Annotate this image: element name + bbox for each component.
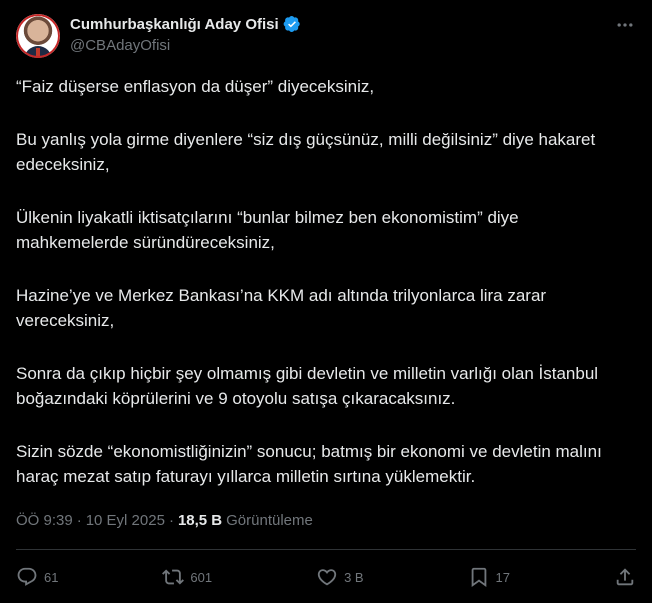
tweet-paragraph: Bu yanlış yola girme diyenlere “siz dış … bbox=[16, 130, 596, 174]
bookmark-count: 17 bbox=[495, 569, 511, 585]
author-display-name[interactable]: Cumhurbaşkanlığı Aday Ofisi bbox=[70, 16, 279, 33]
action-bar: 61 601 3 B 17 bbox=[16, 562, 636, 592]
like-count: 3 B bbox=[344, 569, 364, 585]
like-button[interactable]: 3 B bbox=[316, 566, 364, 588]
meta-separator: · bbox=[76, 512, 82, 529]
share-icon bbox=[616, 568, 634, 586]
avatar-ring bbox=[16, 14, 60, 58]
tweet-paragraph: Hazine’ye ve Merkez Bankası’na KKM adı a… bbox=[16, 286, 547, 330]
retweet-button[interactable]: 601 bbox=[162, 566, 212, 588]
actions-divider bbox=[16, 549, 636, 550]
tweet-meta: ÖÖ 9:39 · 10 Eyl 2025 · 18,5 B Görüntüle… bbox=[16, 512, 313, 529]
reply-icon bbox=[17, 567, 37, 586]
retweet-icon bbox=[162, 569, 185, 585]
tweet-paragraph: “Faiz düşerse enflasyon da düşer” diyece… bbox=[16, 77, 375, 96]
tweet-date[interactable]: 10 Eyl 2025 bbox=[86, 512, 165, 529]
tweet-text: “Faiz düşerse enflasyon da düşer” diyece… bbox=[16, 74, 626, 517]
bookmark-icon bbox=[471, 567, 486, 588]
verified-badge-icon bbox=[283, 15, 301, 33]
author-name-row: Cumhurbaşkanlığı Aday Ofisi bbox=[70, 15, 301, 33]
heart-icon bbox=[317, 569, 337, 586]
tweet-time[interactable]: ÖÖ 9:39 bbox=[16, 512, 73, 529]
reply-count: 61 bbox=[44, 569, 59, 585]
tweet-paragraph: Ülkenin liyakatli iktisatçılarını “bunla… bbox=[16, 208, 519, 252]
author-avatar[interactable] bbox=[16, 14, 60, 58]
author-handle[interactable]: @CBAdayOfisi bbox=[70, 37, 170, 54]
share-button[interactable] bbox=[614, 566, 636, 588]
retweet-count: 601 bbox=[190, 569, 213, 585]
views-count: 18,5 B bbox=[177, 512, 223, 529]
views-label: Görüntüleme bbox=[226, 512, 313, 529]
tweet-paragraph: Sizin sözde “ekonomistliğinizin” sonucu;… bbox=[16, 442, 602, 486]
reply-button[interactable]: 61 bbox=[16, 566, 58, 588]
tweet: Cumhurbaşkanlığı Aday Ofisi @CBAdayOfisi… bbox=[0, 0, 652, 603]
tweet-paragraph: Sonra da çıkıp hiçbir şey olmamış gibi d… bbox=[16, 364, 599, 408]
more-horizontal-icon[interactable] bbox=[614, 14, 636, 36]
meta-separator: · bbox=[168, 512, 174, 529]
bookmark-button[interactable]: 17 bbox=[468, 566, 510, 588]
